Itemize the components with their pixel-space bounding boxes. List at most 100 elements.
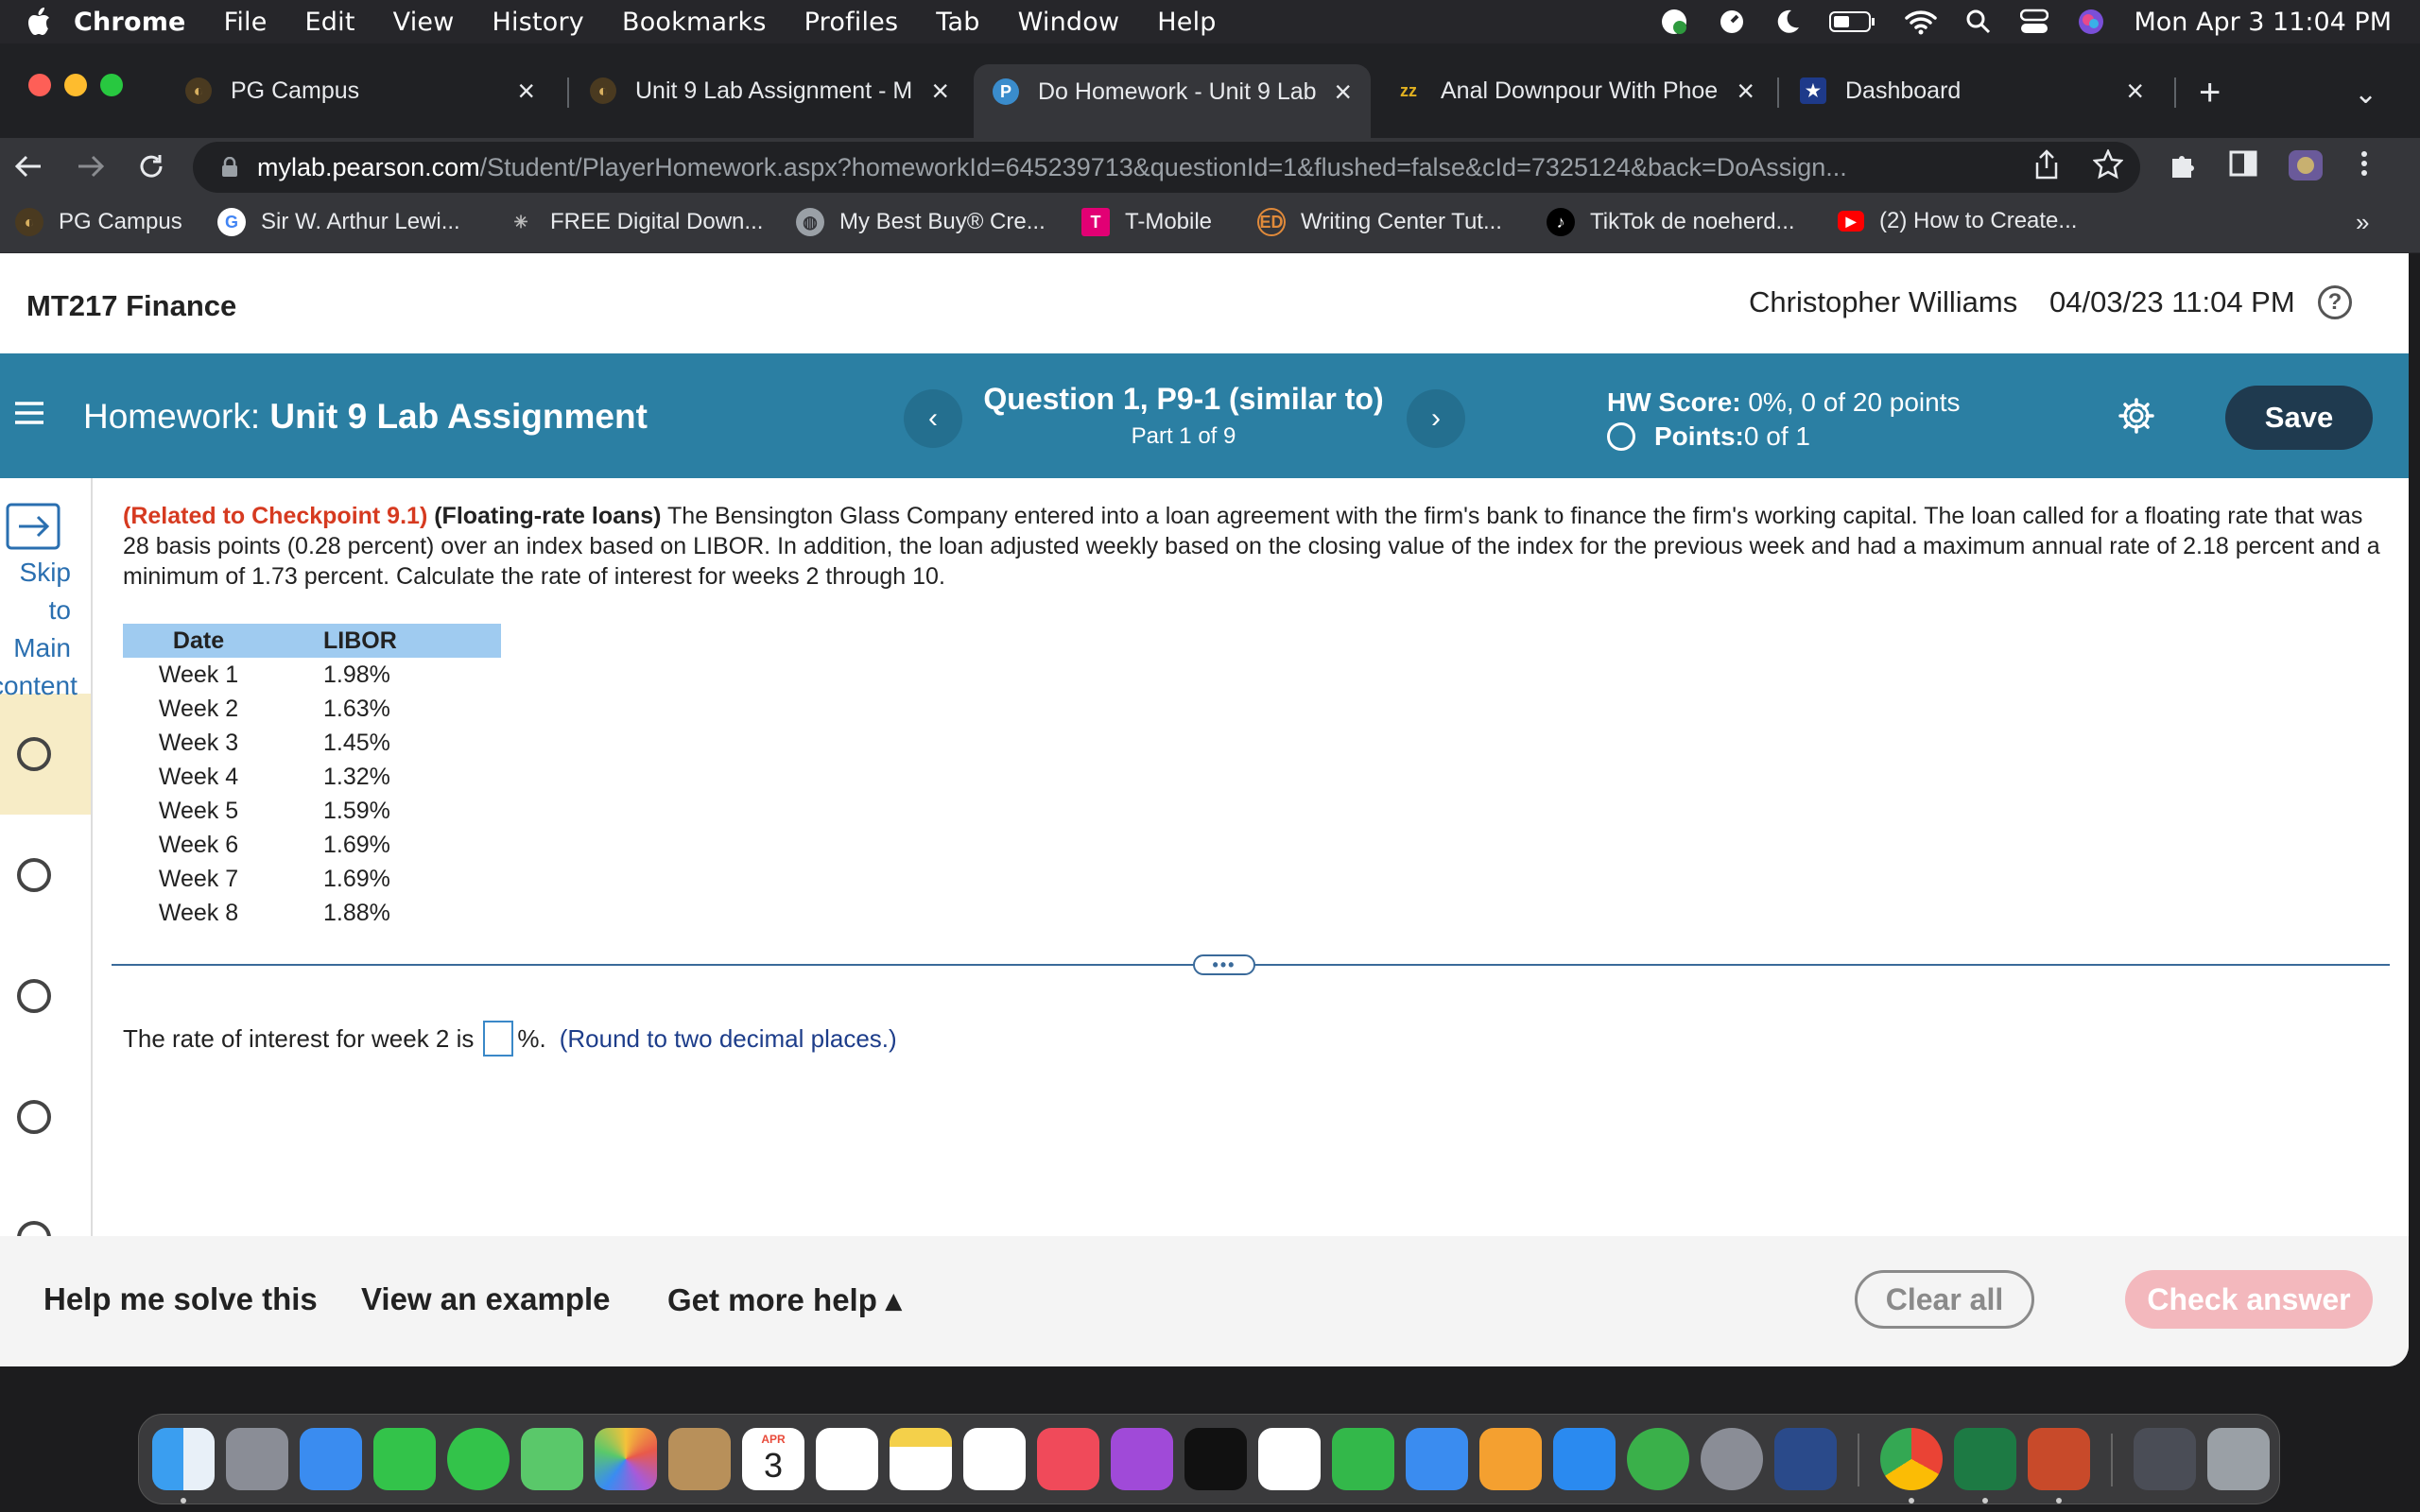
music-icon[interactable]	[1037, 1428, 1099, 1490]
tab-dashboard[interactable]: ★ Dashboard ×	[1781, 64, 2163, 117]
menu-history[interactable]: History	[493, 8, 584, 37]
side-panel-icon[interactable]	[2229, 149, 2257, 178]
bookmark-t-mobile[interactable]: T T-Mobile	[1081, 208, 1212, 236]
mail-icon[interactable]	[300, 1428, 362, 1490]
system-settings-icon[interactable]	[1701, 1428, 1763, 1490]
bookmark-tiktok[interactable]: ♪ TikTok de noeherd...	[1547, 208, 1795, 236]
view-example-button[interactable]: View an example	[361, 1281, 611, 1317]
chrome-menu-kebab-icon[interactable]	[2360, 149, 2369, 178]
reload-icon[interactable]	[132, 147, 170, 185]
spotlight-search-icon[interactable]	[1965, 9, 1992, 35]
back-arrow-icon[interactable]	[9, 147, 47, 185]
finder-icon[interactable]	[152, 1428, 215, 1490]
vpn-icon[interactable]	[1659, 7, 1689, 37]
photos-icon[interactable]	[595, 1428, 657, 1490]
notes-icon[interactable]	[890, 1428, 952, 1490]
forward-arrow-icon[interactable]	[72, 147, 110, 185]
close-tab-icon[interactable]: ×	[2126, 74, 2144, 109]
excel-icon[interactable]	[1954, 1428, 2016, 1490]
numbers-icon[interactable]	[1332, 1428, 1394, 1490]
new-tab-plus-icon[interactable]: +	[2199, 72, 2221, 114]
bookmark-google[interactable]: G Sir W. Arthur Lewi...	[217, 208, 460, 236]
tab-unit9-lab[interactable]: ◐ Unit 9 Lab Assignment - M ×	[571, 64, 968, 117]
bookmark-best-buy[interactable]: ◍ My Best Buy® Cre...	[796, 208, 1046, 236]
moon-icon[interactable]	[1774, 8, 1801, 36]
close-window-button[interactable]	[28, 74, 51, 96]
share-icon[interactable]	[2034, 149, 2059, 180]
find-my-icon[interactable]	[1627, 1428, 1689, 1490]
bookmarks-overflow-icon[interactable]: »	[2356, 208, 2369, 237]
clear-all-button[interactable]: Clear all	[1855, 1270, 2034, 1329]
tab-pg-campus[interactable]: ◐ PG Campus ×	[166, 64, 554, 117]
minimize-window-button[interactable]	[64, 74, 87, 96]
tab-search-chevron-icon[interactable]: ⌄	[2354, 77, 2377, 111]
menu-view[interactable]: View	[393, 8, 455, 37]
checkpoint-reference[interactable]: (Related to Checkpoint 9.1)	[123, 503, 427, 529]
trash-icon[interactable]	[2207, 1428, 2270, 1490]
speed-icon[interactable]	[1718, 8, 1746, 36]
check-answer-button[interactable]: Check answer	[2125, 1270, 2373, 1329]
downloads-stack-icon[interactable]	[2134, 1428, 2196, 1490]
freeform-icon[interactable]	[963, 1428, 1026, 1490]
messages-icon[interactable]	[447, 1428, 510, 1490]
hamburger-menu-icon[interactable]	[15, 401, 43, 425]
pages-icon[interactable]	[1479, 1428, 1542, 1490]
calendar-icon[interactable]: APR 3	[742, 1428, 804, 1490]
rate-answer-input[interactable]	[483, 1021, 514, 1057]
address-bar[interactable]: mylab.pearson.com /Student/PlayerHomewor…	[193, 142, 2140, 193]
bookmark-youtube[interactable]: ▶ (2) How to Create...	[1838, 208, 2077, 234]
menu-bookmarks[interactable]: Bookmarks	[622, 8, 767, 37]
launchpad-icon[interactable]	[226, 1428, 288, 1490]
siri-icon[interactable]	[2077, 8, 2105, 36]
zoom-window-button[interactable]	[100, 74, 123, 96]
skip-to-main-content-link[interactable]: Skip to Main content	[0, 554, 78, 705]
profile-avatar-icon[interactable]	[2288, 149, 2324, 181]
news-icon[interactable]	[1258, 1428, 1321, 1490]
bookmark-star-icon[interactable]	[2093, 149, 2123, 180]
save-button[interactable]: Save	[2225, 386, 2373, 450]
menu-clock[interactable]: Mon Apr 3 11:04 PM	[2134, 8, 2392, 37]
keynote-icon[interactable]	[1406, 1428, 1468, 1490]
menu-window[interactable]: Window	[1018, 8, 1120, 37]
question-nav-dot[interactable]	[17, 737, 51, 771]
bookmark-writing-center[interactable]: ED Writing Center Tut...	[1257, 208, 1502, 236]
help-me-solve-button[interactable]: Help me solve this	[43, 1281, 318, 1317]
wifi-icon[interactable]	[1905, 9, 1938, 35]
bookmark-free-digital[interactable]: ✳ FREE Digital Down...	[507, 208, 763, 236]
bookmark-pg-campus[interactable]: ◐ PG Campus	[15, 208, 182, 236]
apple-tv-icon[interactable]	[1184, 1428, 1247, 1490]
close-tab-icon[interactable]: ×	[1334, 75, 1352, 110]
lock-icon[interactable]	[221, 157, 240, 178]
question-nav-dot[interactable]	[17, 979, 51, 1013]
extensions-puzzle-icon[interactable]	[2169, 149, 2199, 180]
close-tab-icon[interactable]: ×	[517, 74, 535, 109]
menu-edit[interactable]: Edit	[305, 8, 355, 37]
resize-handle-ellipsis-icon[interactable]: •••	[1193, 954, 1255, 975]
skip-arrow-icon[interactable]	[6, 503, 62, 550]
help-question-icon[interactable]: ?	[2318, 285, 2352, 319]
chrome-icon[interactable]	[1880, 1428, 1943, 1490]
get-more-help-button[interactable]: Get more help ▴	[667, 1281, 902, 1318]
control-center-icon[interactable]	[2020, 9, 2049, 35]
next-question-button[interactable]: ›	[1407, 389, 1465, 448]
settings-gear-icon[interactable]	[2118, 397, 2155, 435]
tab-do-homework-active[interactable]: P Do Homework - Unit 9 Lab ×	[974, 64, 1371, 138]
battery-icon[interactable]	[1829, 9, 1876, 34]
tab-video[interactable]: zz Anal Downpour With Phoe ×	[1376, 64, 1773, 117]
audio-waveform-icon[interactable]	[1774, 1428, 1837, 1490]
contacts-icon[interactable]	[668, 1428, 731, 1490]
question-nav-dot[interactable]	[17, 1100, 51, 1134]
menu-help[interactable]: Help	[1157, 8, 1216, 37]
menu-file[interactable]: File	[224, 8, 268, 37]
menu-profiles[interactable]: Profiles	[804, 8, 899, 37]
close-tab-icon[interactable]: ×	[931, 74, 949, 109]
reminders-icon[interactable]	[816, 1428, 878, 1490]
maps-icon[interactable]	[521, 1428, 583, 1490]
close-tab-icon[interactable]: ×	[1737, 74, 1754, 109]
apple-icon[interactable]	[26, 8, 74, 36]
app-store-icon[interactable]	[1553, 1428, 1616, 1490]
question-nav-dot[interactable]	[17, 858, 51, 892]
facetime-icon[interactable]	[373, 1428, 436, 1490]
powerpoint-icon[interactable]	[2028, 1428, 2090, 1490]
podcasts-icon[interactable]	[1111, 1428, 1173, 1490]
